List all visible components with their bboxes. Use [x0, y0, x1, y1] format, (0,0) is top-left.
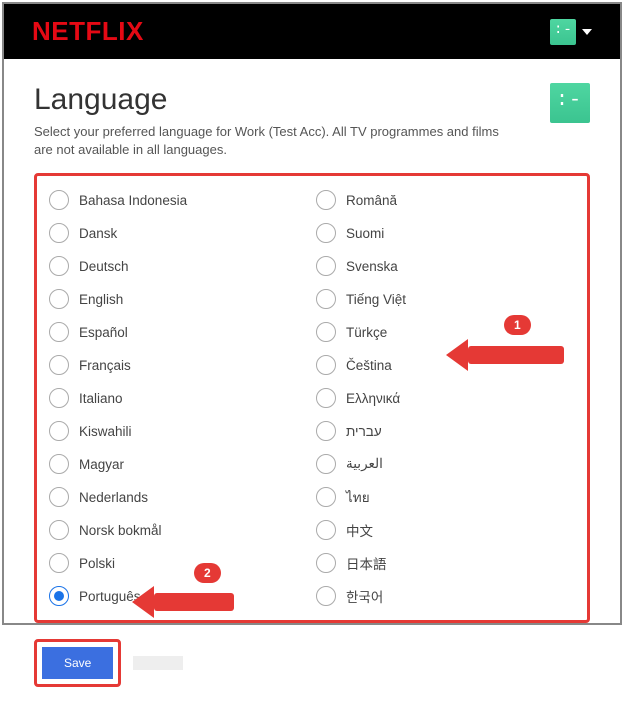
radio-icon	[49, 190, 69, 210]
language-option[interactable]: 中文	[312, 516, 579, 544]
language-label: Suomi	[346, 226, 384, 241]
radio-icon	[49, 487, 69, 507]
language-list-highlight: Bahasa Indonesia Dansk Deutsch English Españ…	[34, 173, 590, 623]
annotation-arrow-1	[446, 339, 564, 371]
language-label: English	[79, 292, 123, 307]
language-option[interactable]: Bahasa Indonesia	[45, 186, 312, 214]
language-label: Tiếng Việt	[346, 292, 406, 307]
language-label: Español	[79, 325, 128, 340]
radio-icon	[316, 454, 336, 474]
language-option[interactable]: Magyar	[45, 450, 312, 478]
language-label: Deutsch	[79, 259, 129, 274]
language-option[interactable]: 한국어	[312, 582, 579, 610]
language-option[interactable]: Suomi	[312, 219, 579, 247]
netflix-logo[interactable]: NETFLIX	[32, 16, 144, 47]
radio-icon	[316, 256, 336, 276]
radio-icon	[316, 553, 336, 573]
radio-icon	[49, 289, 69, 309]
radio-icon	[316, 421, 336, 441]
language-option[interactable]: עברית	[312, 417, 579, 445]
language-label: Svenska	[346, 259, 398, 274]
language-label: 中文	[346, 520, 373, 540]
language-label: ไทย	[346, 486, 370, 508]
language-label: Italiano	[79, 391, 123, 406]
language-label: Polski	[79, 556, 115, 571]
language-label: 한국어	[346, 586, 383, 606]
radio-icon	[316, 190, 336, 210]
save-button-highlight: Save	[34, 639, 121, 687]
language-label: Ελληνικά	[346, 391, 400, 406]
radio-icon	[49, 388, 69, 408]
page-title: Language	[34, 83, 514, 117]
annotation-badge-1: 1	[504, 315, 531, 335]
radio-icon	[49, 256, 69, 276]
radio-icon	[316, 586, 336, 606]
language-label: עברית	[346, 424, 382, 439]
radio-icon	[49, 421, 69, 441]
language-label: Dansk	[79, 226, 117, 241]
language-option[interactable]: Polski	[45, 549, 312, 577]
language-option[interactable]: Italiano	[45, 384, 312, 412]
language-option[interactable]: Français	[45, 351, 312, 379]
radio-icon	[316, 520, 336, 540]
language-option[interactable]: Norsk bokmål	[45, 516, 312, 544]
radio-icon	[49, 520, 69, 540]
profile-menu[interactable]	[550, 19, 592, 45]
language-option[interactable]: Română	[312, 186, 579, 214]
radio-icon	[49, 553, 69, 573]
language-label: Français	[79, 358, 131, 373]
secondary-button-placeholder	[133, 656, 183, 670]
language-option[interactable]: Español	[45, 318, 312, 346]
annotation-arrow-2	[132, 586, 234, 618]
language-label: Kiswahili	[79, 424, 132, 439]
language-option[interactable]: 日本語	[312, 549, 579, 577]
radio-icon	[316, 289, 336, 309]
annotation-badge-2: 2	[194, 563, 221, 583]
radio-icon	[316, 355, 336, 375]
language-label: Română	[346, 193, 397, 208]
save-button[interactable]: Save	[42, 647, 113, 679]
language-label: Čeština	[346, 358, 392, 373]
language-option[interactable]: Ελληνικά	[312, 384, 579, 412]
language-label: العربية	[346, 456, 383, 472]
radio-icon	[49, 223, 69, 243]
language-option[interactable]: Kiswahili	[45, 417, 312, 445]
radio-icon	[49, 454, 69, 474]
language-option[interactable]: العربية	[312, 450, 579, 478]
page-subtitle: Select your preferred language for Work …	[34, 123, 514, 159]
language-option[interactable]: Dansk	[45, 219, 312, 247]
language-option[interactable]: Svenska	[312, 252, 579, 280]
chevron-down-icon	[582, 29, 592, 35]
profile-avatar-large	[550, 83, 590, 123]
radio-icon	[316, 322, 336, 342]
language-label: Magyar	[79, 457, 124, 472]
language-option[interactable]: English	[45, 285, 312, 313]
language-label: Türkçe	[346, 325, 387, 340]
language-option[interactable]: Deutsch	[45, 252, 312, 280]
radio-icon	[316, 487, 336, 507]
avatar-icon	[550, 19, 576, 45]
radio-icon	[316, 223, 336, 243]
language-label: Norsk bokmål	[79, 523, 162, 538]
language-label: Bahasa Indonesia	[79, 193, 187, 208]
radio-icon	[49, 322, 69, 342]
radio-icon	[49, 586, 69, 606]
language-label: 日本語	[346, 553, 387, 573]
header-bar: NETFLIX	[4, 4, 620, 59]
language-option[interactable]: Nederlands	[45, 483, 312, 511]
language-label: Nederlands	[79, 490, 148, 505]
radio-icon	[49, 355, 69, 375]
language-option[interactable]: ไทย	[312, 483, 579, 511]
language-option[interactable]: Tiếng Việt	[312, 285, 579, 313]
radio-icon	[316, 388, 336, 408]
